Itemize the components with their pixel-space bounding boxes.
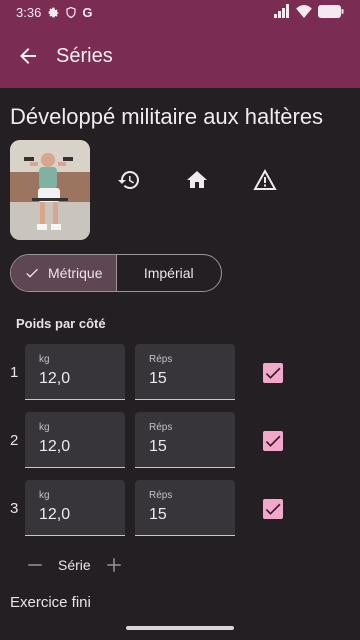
weight-field-label: kg [39, 490, 50, 501]
settings-icon [48, 7, 59, 17]
wifi-icon [296, 4, 312, 18]
signal-icon [274, 4, 289, 18]
imperial-option[interactable]: Impérial [117, 255, 222, 291]
check-icon [26, 268, 39, 278]
weight-field-label: kg [39, 422, 50, 433]
reps-field[interactable]: Réps 15 [135, 412, 235, 468]
set-done-checkbox[interactable] [263, 499, 283, 519]
imperial-label: Impérial [143, 265, 194, 281]
reps-field-label: Réps [149, 490, 173, 501]
metric-option[interactable]: Métrique [11, 255, 117, 291]
reps-field[interactable]: Réps 15 [135, 480, 235, 536]
home-icon[interactable] [185, 168, 209, 192]
status-time: 3:36 [16, 4, 42, 20]
reps-value: 15 [149, 438, 167, 455]
exercise-title: Développé militaire aux haltères [10, 104, 324, 129]
reps-field[interactable]: Réps 15 [135, 344, 235, 400]
set-row: 3 kg 12,0 Réps 15 [0, 480, 360, 536]
serie-control: Série [26, 556, 123, 574]
finish-exercise-button[interactable]: Exercice fini [10, 594, 91, 611]
set-row: 1 kg 12,0 Réps 15 [0, 344, 360, 400]
remove-serie-button[interactable] [26, 556, 44, 574]
arrow-back-icon[interactable] [16, 44, 40, 68]
set-done-checkbox[interactable] [263, 363, 283, 383]
reps-field-label: Réps [149, 354, 173, 365]
set-number: 1 [10, 364, 19, 381]
reps-value: 15 [149, 370, 167, 387]
metric-label: Métrique [48, 265, 103, 281]
exercise-image [10, 140, 90, 240]
set-number: 3 [10, 500, 19, 517]
app-bar: Séries [0, 24, 360, 88]
set-row: 2 kg 12,0 Réps 15 [0, 412, 360, 468]
weight-field[interactable]: kg 12,0 [25, 344, 125, 400]
check-icon [265, 367, 281, 379]
warning-icon[interactable] [253, 168, 277, 192]
status-bar: 3:36 G [0, 0, 360, 24]
weight-field[interactable]: kg 12,0 [25, 480, 125, 536]
weight-field[interactable]: kg 12,0 [25, 412, 125, 468]
reps-field-label: Réps [149, 422, 173, 433]
set-done-checkbox[interactable] [263, 431, 283, 451]
check-icon [265, 435, 281, 447]
unit-toggle: Métrique Impérial [10, 254, 222, 292]
weight-field-label: kg [39, 354, 50, 365]
add-serie-button[interactable] [105, 556, 123, 574]
reps-value: 15 [149, 506, 167, 523]
history-icon[interactable] [117, 168, 141, 192]
google-g-icon: G [82, 4, 93, 20]
weight-value: 12,0 [39, 438, 71, 455]
page-title: Séries [56, 44, 113, 67]
weights-per-side-label: Poids par côté [16, 316, 106, 331]
home-indicator[interactable] [126, 626, 234, 630]
shield-icon [66, 6, 76, 18]
weight-value: 12,0 [39, 506, 71, 523]
set-number: 2 [10, 432, 19, 449]
check-icon [265, 503, 281, 515]
battery-icon [318, 4, 344, 18]
serie-label: Série [58, 557, 91, 573]
weight-value: 12,0 [39, 370, 71, 387]
